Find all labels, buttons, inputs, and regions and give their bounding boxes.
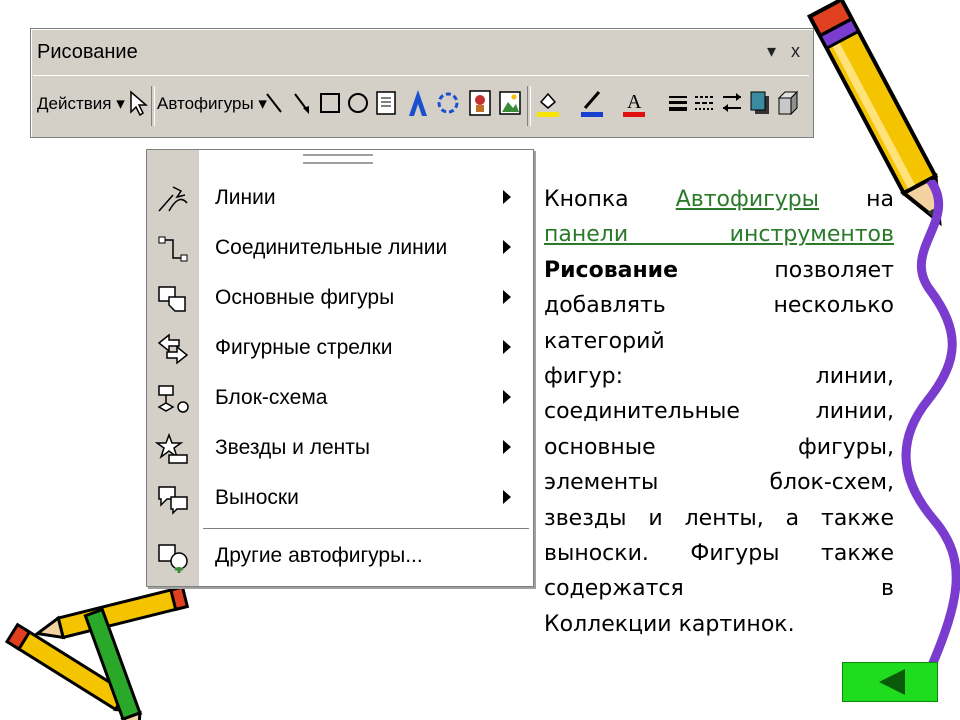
menu-item-more-autoshapes[interactable]: Другие автофигуры...: [147, 531, 533, 581]
menu-item-label: Соединительные линии: [215, 236, 448, 259]
submenu-arrow-icon: [503, 390, 511, 404]
more-autoshapes-icon: [158, 544, 188, 573]
submenu-arrow-icon: [503, 340, 511, 354]
text-box-icon[interactable]: [373, 88, 399, 118]
line-tool-icon[interactable]: [261, 88, 287, 118]
text-fragment: Кнопка: [544, 187, 629, 212]
autoshapes-button[interactable]: Автофигуры ▾: [157, 94, 267, 114]
drawing-toolbar: Рисование ▾ x Действия ▾ Автофигуры ▾ A: [30, 28, 814, 138]
description-line: Кнопка Автофигуры на: [544, 182, 894, 217]
back-button[interactable]: [842, 662, 938, 702]
menu-item-label: Фигурные стрелки: [215, 336, 393, 359]
fill-color-icon[interactable]: [535, 88, 561, 118]
bold-term: Рисование: [544, 257, 678, 283]
insert-picture-icon[interactable]: [497, 88, 523, 118]
toolbar-link[interactable]: панели инструментов: [544, 222, 894, 247]
pencils-bottom-left-illustration: [4, 585, 190, 720]
description-line: звезды и ленты, а также: [544, 505, 894, 531]
callouts-icon: [158, 486, 188, 515]
text-fragment: на: [866, 187, 894, 212]
oval-tool-icon[interactable]: [345, 88, 371, 118]
stars-banners-icon: [155, 433, 188, 464]
menu-item-block-arrows[interactable]: Фигурные стрелки: [147, 323, 533, 373]
toolbar-separator: [527, 86, 531, 126]
wavy-line-decoration: [901, 180, 960, 670]
actions-button[interactable]: Действия ▾: [37, 94, 125, 114]
submenu-arrow-icon: [503, 240, 511, 254]
flowchart-icon: [157, 385, 189, 413]
submenu-arrow-icon: [503, 190, 511, 204]
line-style-icon[interactable]: [665, 88, 691, 118]
toolbar-buttons-row: Действия ▾ Автофигуры ▾ A: [33, 75, 809, 134]
submenu-arrow-icon: [503, 440, 511, 454]
menu-item-label: Выноски: [215, 486, 299, 509]
triangle-left-icon: [879, 669, 905, 695]
svg-text:A: A: [627, 91, 642, 113]
description-line: основные фигуры,: [544, 434, 894, 460]
menu-item-label: Другие автофигуры...: [215, 544, 423, 567]
menu-item-stars-banners[interactable]: Звезды и ленты: [147, 423, 533, 473]
description-line: Коллекции картинок.: [544, 611, 795, 637]
description-line: выноски. Фигуры также: [544, 541, 894, 567]
menu-item-label: Звезды и ленты: [215, 436, 370, 459]
description-line: элементы блок-схем,: [544, 470, 894, 496]
submenu-arrow-icon: [503, 290, 511, 304]
arrow-style-icon[interactable]: [719, 88, 745, 118]
menu-item-label: Основные фигуры: [215, 286, 395, 309]
diagram-icon[interactable]: [435, 88, 461, 118]
description-line: Рисование позволяет: [544, 253, 894, 288]
menu-item-label: Блок-схема: [215, 386, 328, 409]
select-pointer-icon[interactable]: [125, 88, 151, 118]
toolbar-titlebar[interactable]: Рисование ▾ x: [31, 29, 813, 73]
menu-item-flowchart[interactable]: Блок-схема: [147, 373, 533, 423]
rectangle-tool-icon[interactable]: [317, 88, 343, 118]
connectors-icon: [158, 236, 188, 262]
autoshapes-link[interactable]: Автофигуры: [676, 187, 819, 212]
basic-shapes-icon: [158, 286, 186, 312]
arrow-tool-icon[interactable]: [289, 88, 315, 118]
description-text: Кнопка Автофигуры на панели инструментов…: [544, 182, 894, 642]
menu-item-lines[interactable]: Линии: [147, 173, 533, 223]
block-arrows-icon: [157, 333, 189, 365]
toolbar-separator: [151, 86, 155, 126]
menu-item-label: Линии: [215, 186, 276, 209]
font-color-icon[interactable]: A: [621, 88, 647, 118]
menu-drag-handle[interactable]: [303, 154, 373, 164]
submenu-arrow-icon: [503, 490, 511, 504]
clip-art-icon[interactable]: [467, 88, 493, 118]
menu-item-callouts[interactable]: Выноски: [147, 473, 533, 523]
text-fragment: позволяет: [774, 257, 894, 283]
shadow-style-icon[interactable]: [747, 88, 773, 118]
close-icon[interactable]: x: [791, 41, 800, 62]
description-line: содержатся в: [544, 576, 894, 602]
description-line: фигур: линии,: [544, 364, 894, 390]
menu-item-connectors[interactable]: Соединительные линии: [147, 223, 533, 273]
menu-item-basic-shapes[interactable]: Основные фигуры: [147, 273, 533, 323]
line-color-icon[interactable]: [579, 88, 605, 118]
dash-style-icon[interactable]: [691, 88, 717, 118]
lines-icon: [158, 186, 188, 212]
wordart-icon[interactable]: [405, 88, 431, 118]
toolbar-title: Рисование: [37, 41, 138, 63]
description-line: панели инструментов: [544, 217, 894, 252]
3d-style-icon[interactable]: [775, 88, 801, 118]
description-line: добавлять несколько: [544, 293, 894, 319]
description-line: соединительные линии,: [544, 399, 894, 425]
toolbar-options-icon[interactable]: ▾: [767, 41, 776, 62]
autoshapes-menu: Линии Соединительные линии Основные фигу…: [146, 149, 534, 587]
description-line: категорий: [544, 328, 665, 354]
menu-divider: [203, 528, 529, 530]
